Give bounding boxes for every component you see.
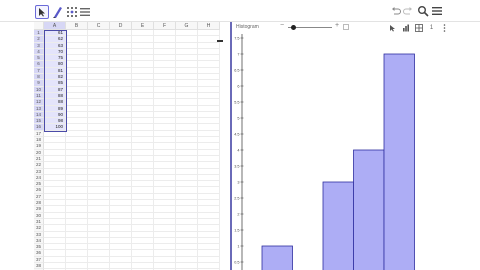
search-icon: [418, 6, 429, 17]
search-button[interactable]: [417, 5, 429, 17]
y-tick-label: 5: [237, 116, 239, 120]
y-tick-label: 6: [237, 84, 239, 88]
pen-icon: [53, 7, 62, 18]
bar-chart-icon: [402, 24, 409, 31]
move-tool-button[interactable]: [35, 5, 49, 19]
corner-cell[interactable]: [34, 22, 44, 30]
column-header-e[interactable]: E: [132, 22, 154, 30]
histogram-object-label: Histogram: [236, 24, 259, 30]
y-tick-label: 2: [237, 212, 239, 216]
histogram-bar-80-90[interactable]: [322, 181, 354, 270]
y-tick-label: 1.5: [234, 228, 239, 232]
y-tick-label: 4.5: [234, 132, 239, 136]
vertical-dots-icon: [443, 23, 446, 32]
cursor-icon: [39, 8, 45, 17]
column-header-row: ABCDEFGH: [34, 22, 220, 30]
histogram-chart[interactable]: 7.5 7 6.5 6 5.5 5 4.5 4 3.5 3 2.5 2 1.5 1 0.5: [232, 34, 480, 270]
collapse-handle[interactable]: [217, 40, 223, 42]
grid-dots-icon: [67, 7, 77, 17]
histogram-bar-100-110[interactable]: [383, 53, 415, 270]
geogebra-app: ABCDEFGH 1 61 2 62 3 63 4 70 5 75 6 80 7 81 8 82 9 85 10 87…: [0, 0, 480, 270]
y-tick-label: 6.5: [234, 68, 239, 72]
column-header-g[interactable]: G: [176, 22, 198, 30]
column-header-b[interactable]: B: [66, 22, 88, 30]
main-toolbar: [0, 0, 480, 22]
column-header-a[interactable]: A: [44, 22, 66, 30]
y-tick-label: 0.5: [234, 260, 239, 264]
graphics-view[interactable]: Histogram − + 1 7.5 7 6.5 6 5.5 5 4.5 4 …: [232, 22, 480, 270]
list-icon: [80, 8, 90, 16]
graphics-bar-button[interactable]: [401, 23, 410, 32]
spreadsheet-view[interactable]: ABCDEFGH 1 61 2 62 3 63 4 70 5 75 6 80 7 81 8 82 9 85 10 87…: [34, 22, 230, 270]
y-tick-label: 3: [237, 180, 239, 184]
graphics-style-bar: Histogram − + 1: [232, 22, 480, 34]
slider-plus-button[interactable]: +: [335, 22, 339, 29]
slider-settings-button[interactable]: [343, 24, 349, 30]
column-header-c[interactable]: C: [88, 22, 110, 30]
column-header-d[interactable]: D: [110, 22, 132, 30]
y-tick-label: 4: [237, 148, 239, 152]
main-menu-button[interactable]: [431, 5, 443, 17]
undo-icon: [392, 7, 401, 15]
y-tick-label: 1: [237, 244, 239, 248]
hamburger-menu-icon: [432, 7, 442, 15]
cursor-small-icon: [390, 24, 395, 31]
grid-icon: [414, 23, 423, 32]
histogram-bar-90-100[interactable]: [353, 149, 385, 270]
y-tick-label: 5.5: [234, 100, 239, 104]
pen-tool-button[interactable]: [51, 5, 63, 19]
slider-knob[interactable]: [291, 25, 296, 30]
y-tick-label: 7: [237, 52, 239, 56]
y-tick-label: 2.5: [234, 196, 239, 200]
undo-button[interactable]: [391, 6, 401, 16]
graphics-number-button[interactable]: 1: [427, 23, 436, 32]
y-tick-label: 3.5: [234, 164, 239, 168]
spreadsheet-tool-button[interactable]: [66, 5, 78, 19]
graphics-tools: 1: [388, 23, 449, 33]
graphics-cursor-button[interactable]: [388, 23, 397, 32]
y-tick-label: 7.5: [234, 36, 239, 40]
more-options-icon[interactable]: [440, 23, 449, 32]
histogram-bar-60-70[interactable]: [261, 245, 293, 270]
column-header-h[interactable]: H: [198, 22, 220, 30]
spreadsheet-rows: 1 61 2 62 3 63 4 70 5 75 6 80 7 81 8 82 9 85 10 87 11 88 12 88 1…: [34, 30, 220, 270]
graphics-grid-button[interactable]: [414, 23, 423, 32]
slider-minus-button[interactable]: −: [280, 22, 284, 29]
list-tool-button[interactable]: [79, 5, 91, 19]
column-header-f[interactable]: F: [154, 22, 176, 30]
redo-button[interactable]: [403, 6, 413, 16]
redo-icon: [403, 7, 412, 15]
